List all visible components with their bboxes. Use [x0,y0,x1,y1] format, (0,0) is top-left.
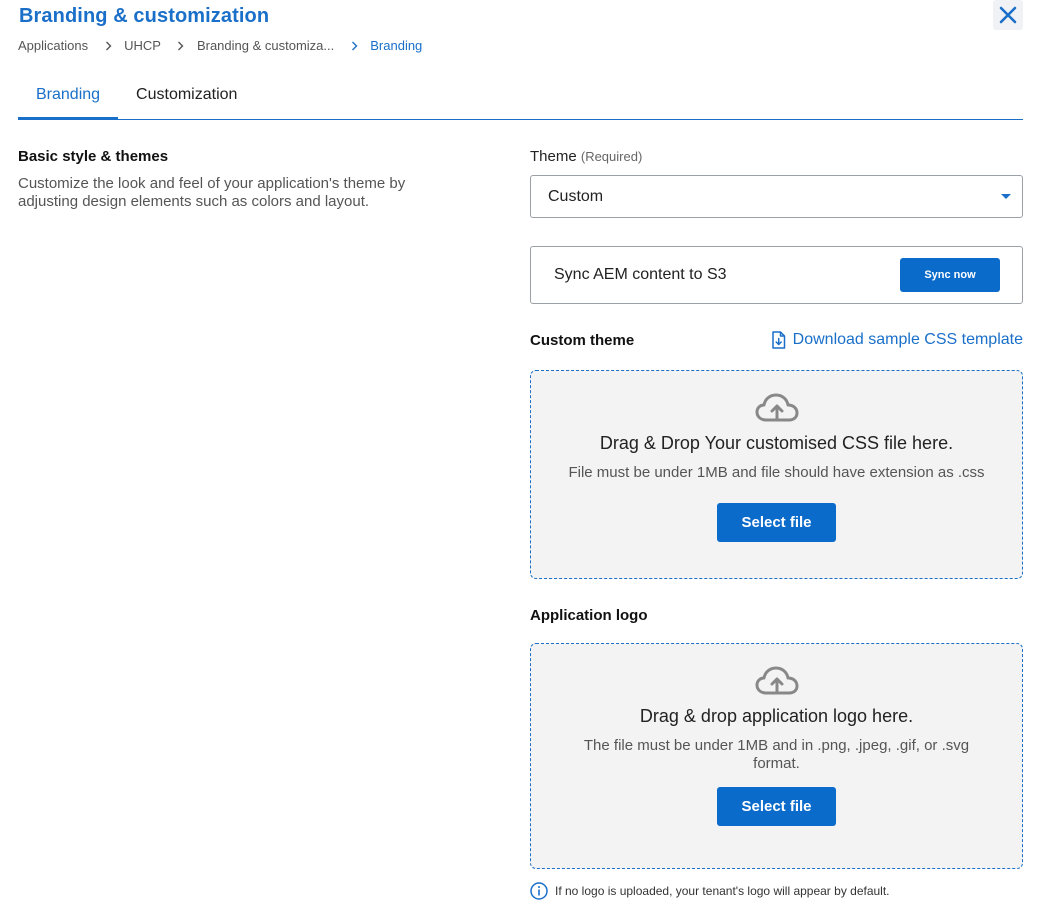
logo-dropzone-sub-text: The file must be under 1MB and in .png, … [583,737,970,772]
theme-label: Theme (Required) [530,148,642,165]
css-dropzone[interactable]: Drag & Drop Your customised CSS file her… [530,370,1023,579]
select-css-file-button[interactable]: Select file [717,503,836,542]
page-title: Branding & customization [19,5,270,27]
breadcrumb-item-applications[interactable]: Applications [18,38,88,53]
download-css-template-link[interactable]: Download sample CSS template [771,331,1023,349]
theme-select-value: Custom [548,187,604,205]
sync-text: Sync AEM content to S3 [554,266,727,283]
info-note-text: If no logo is uploaded, your tenant's lo… [555,884,890,898]
custom-theme-title: Custom theme [530,332,635,349]
logo-dropzone[interactable]: Drag & drop application logo here. The f… [530,643,1023,869]
breadcrumb-item-branding: Branding [370,38,423,53]
cloud-upload-icon [755,393,798,422]
breadcrumb-item-uhcp[interactable]: UHCP [124,38,161,53]
theme-required-text: (Required) [580,149,643,164]
file-download-icon [771,331,785,349]
logo-dropzone-main-text: Drag & drop application logo here. [639,706,914,726]
theme-label-text: Theme [530,148,577,165]
tab-branding[interactable]: Branding [18,78,119,120]
close-button[interactable] [993,0,1023,30]
chevron-right-icon [100,41,116,51]
cloud-upload-icon [755,666,798,695]
chevron-right-icon [346,41,362,51]
close-icon [999,6,1017,24]
info-icon [530,882,548,900]
select-logo-file-button[interactable]: Select file [717,787,836,826]
basic-style-title: Basic style & themes [18,148,169,165]
caret-down-icon [1001,194,1011,199]
logo-info-note: If no logo is uploaded, your tenant's lo… [530,882,890,900]
download-link-text: Download sample CSS template [792,331,1023,348]
basic-style-description: Customize the look and feel of your appl… [18,175,406,210]
css-dropzone-main-text: Drag & Drop Your customised CSS file her… [599,433,954,453]
tab-customization[interactable]: Customization [118,78,255,119]
css-dropzone-sub-text: File must be under 1MB and file should h… [568,464,985,481]
sync-now-button[interactable]: Sync now [900,258,1000,292]
application-logo-title: Application logo [530,607,648,624]
sync-panel: Sync AEM content to S3 Sync now [530,246,1023,304]
breadcrumb: Applications UHCP Branding & customiza..… [18,38,422,53]
tab-bar: Branding Customization [18,78,1023,120]
breadcrumb-item-branding-customization[interactable]: Branding & customiza... [197,38,334,53]
theme-select[interactable]: Custom [530,175,1023,218]
chevron-right-icon [173,41,189,51]
